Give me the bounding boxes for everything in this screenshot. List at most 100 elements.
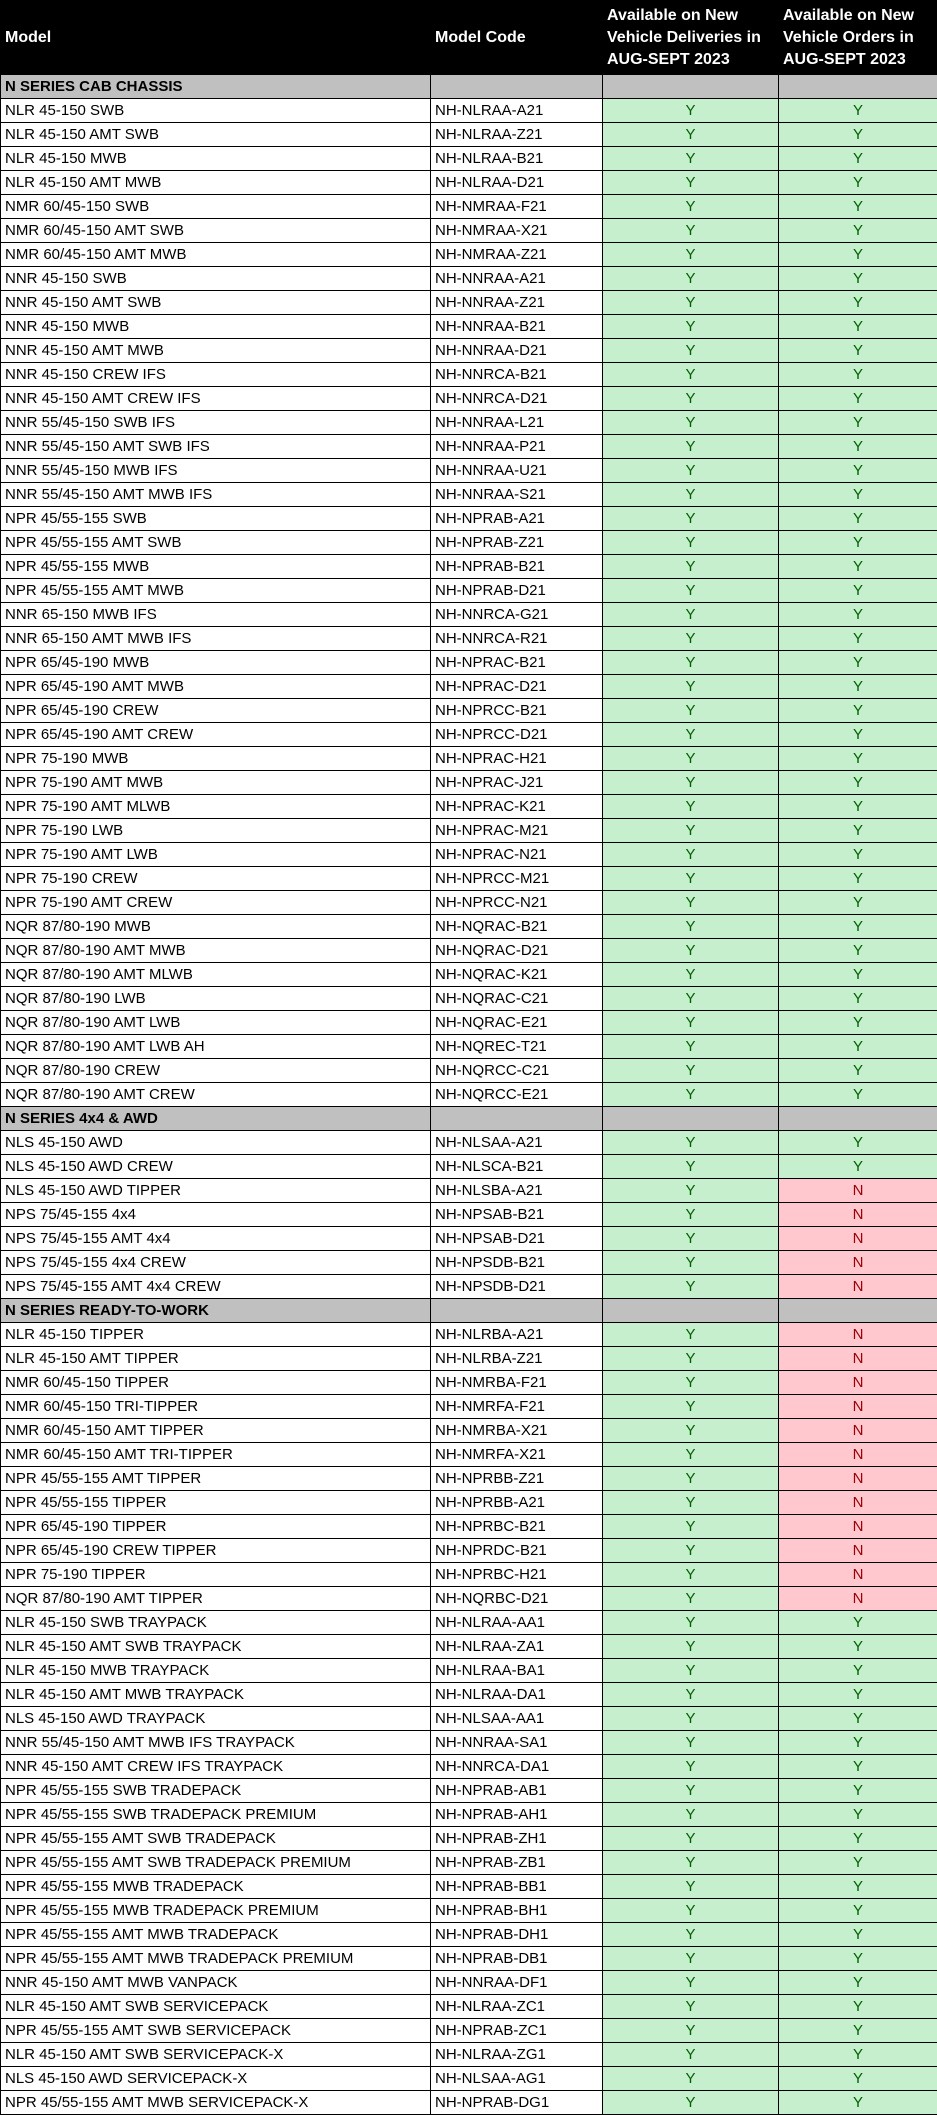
orders-flag-cell: Y xyxy=(779,2067,937,2091)
model-cell: NQR 87/80-190 AMT LWB AH xyxy=(1,1035,431,1059)
orders-flag-cell: Y xyxy=(779,555,937,579)
model-code-cell: NH-NPRBB-Z21 xyxy=(431,1467,603,1491)
orders-flag-cell: Y xyxy=(779,1059,937,1083)
model-code-cell: NH-NPRAC-K21 xyxy=(431,795,603,819)
model-code-cell: NH-NNRCA-B21 xyxy=(431,363,603,387)
orders-flag-cell: Y xyxy=(779,1827,937,1851)
orders-flag-cell: Y xyxy=(779,627,937,651)
model-cell: NLR 45-150 AMT SWB SERVICEPACK xyxy=(1,1995,431,2019)
table-row: NPR 75-190 AMT MWBNH-NPRAC-J21YY xyxy=(1,771,937,795)
orders-flag-cell: Y xyxy=(779,699,937,723)
table-row: NPR 45/55-155 AMT SWB TRADEPACK PREMIUMN… xyxy=(1,1851,937,1875)
model-cell: NPR 45/55-155 AMT SWB TRADEPACK xyxy=(1,1827,431,1851)
model-cell: NPR 65/45-190 CREW TIPPER xyxy=(1,1539,431,1563)
table-row: NQR 87/80-190 LWBNH-NQRAC-C21YY xyxy=(1,987,937,1011)
table-row: NLS 45-150 AWD TRAYPACKNH-NLSAA-AA1YY xyxy=(1,1707,937,1731)
orders-flag-cell: Y xyxy=(779,1947,937,1971)
deliveries-flag-cell: Y xyxy=(603,1923,779,1947)
table-row: NPR 45/55-155 AMT SWBNH-NPRAB-Z21YY xyxy=(1,531,937,555)
deliveries-flag-cell: Y xyxy=(603,99,779,123)
model-code-cell: NH-NPRAC-N21 xyxy=(431,843,603,867)
model-code-cell: NH-NPRAC-M21 xyxy=(431,819,603,843)
model-code-cell: NH-NNRAA-D21 xyxy=(431,339,603,363)
model-code-cell: NH-NNRAA-S21 xyxy=(431,483,603,507)
orders-flag-cell: N xyxy=(779,1587,937,1611)
model-cell: NPR 45/55-155 AMT SWB SERVICEPACK xyxy=(1,2019,431,2043)
table-row: NPS 75/45-155 4x4 CREWNH-NPSDB-B21YN xyxy=(1,1251,937,1275)
orders-flag-cell: Y xyxy=(779,987,937,1011)
model-cell: NQR 87/80-190 AMT LWB xyxy=(1,1011,431,1035)
orders-flag-cell: Y xyxy=(779,1803,937,1827)
model-code-cell: NH-NPRAB-A21 xyxy=(431,507,603,531)
orders-flag-cell: Y xyxy=(779,843,937,867)
orders-flag-cell: N xyxy=(779,1491,937,1515)
orders-flag-cell: N xyxy=(779,1227,937,1251)
table-row: NPR 65/45-190 AMT CREWNH-NPRCC-D21YY xyxy=(1,723,937,747)
table-row: NQR 87/80-190 CREWNH-NQRCC-C21YY xyxy=(1,1059,937,1083)
table-row: NQR 87/80-190 AMT CREWNH-NQRCC-E21YY xyxy=(1,1083,937,1107)
header-orders: Available on New Vehicle Orders in AUG-S… xyxy=(779,1,937,75)
table-row: NPR 75-190 MWBNH-NPRAC-H21YY xyxy=(1,747,937,771)
table-row: NMR 60/45-150 AMT MWBNH-NMRAA-Z21YY xyxy=(1,243,937,267)
model-code-cell: NH-NMRAA-F21 xyxy=(431,195,603,219)
orders-flag-cell: N xyxy=(779,1323,937,1347)
header-row: Model Model Code Available on New Vehicl… xyxy=(1,1,937,75)
model-cell: NPR 65/45-190 MWB xyxy=(1,651,431,675)
table-row: NPR 45/55-155 AMT MWB TRADEPACKNH-NPRAB-… xyxy=(1,1923,937,1947)
table-row: NLR 45-150 AMT SWBNH-NLRAA-Z21YY xyxy=(1,123,937,147)
table-row: NPR 75-190 AMT LWBNH-NPRAC-N21YY xyxy=(1,843,937,867)
table-row: NPR 45/55-155 AMT MWBNH-NPRAB-D21YY xyxy=(1,579,937,603)
section-empty-cell xyxy=(779,1299,937,1323)
model-cell: NNR 45-150 AMT MWB xyxy=(1,339,431,363)
model-code-cell: NH-NNRAA-SA1 xyxy=(431,1731,603,1755)
model-code-cell: NH-NPRAC-D21 xyxy=(431,675,603,699)
orders-flag-cell: N xyxy=(779,1467,937,1491)
model-code-cell: NH-NNRAA-L21 xyxy=(431,411,603,435)
model-code-cell: NH-NNRCA-D21 xyxy=(431,387,603,411)
orders-flag-cell: Y xyxy=(779,651,937,675)
model-code-cell: NH-NPRAB-DH1 xyxy=(431,1923,603,1947)
table-row: NLR 45-150 AMT SWB TRAYPACKNH-NLRAA-ZA1Y… xyxy=(1,1635,937,1659)
orders-flag-cell: Y xyxy=(779,723,937,747)
deliveries-flag-cell: Y xyxy=(603,1059,779,1083)
section-empty-cell xyxy=(603,1107,779,1131)
section-header-row: N SERIES 4x4 & AWD xyxy=(1,1107,937,1131)
model-code-cell: NH-NLRAA-ZG1 xyxy=(431,2043,603,2067)
table-row: NLR 45-150 MWBNH-NLRAA-B21YY xyxy=(1,147,937,171)
model-cell: NNR 55/45-150 SWB IFS xyxy=(1,411,431,435)
orders-flag-cell: N xyxy=(779,1371,937,1395)
model-cell: NPR 75-190 AMT MWB xyxy=(1,771,431,795)
orders-flag-cell: Y xyxy=(779,1923,937,1947)
orders-flag-cell: Y xyxy=(779,315,937,339)
model-code-cell: NH-NLSAA-AG1 xyxy=(431,2067,603,2091)
deliveries-flag-cell: Y xyxy=(603,1371,779,1395)
model-code-cell: NH-NMRBA-F21 xyxy=(431,1371,603,1395)
orders-flag-cell: Y xyxy=(779,459,937,483)
model-cell: NLR 45-150 AMT TIPPER xyxy=(1,1347,431,1371)
model-code-cell: NH-NPRBB-A21 xyxy=(431,1491,603,1515)
orders-flag-cell: Y xyxy=(779,531,937,555)
deliveries-flag-cell: Y xyxy=(603,1635,779,1659)
deliveries-flag-cell: Y xyxy=(603,243,779,267)
table-row: NNR 55/45-150 AMT MWB IFS TRAYPACKNH-NNR… xyxy=(1,1731,937,1755)
table-row: NPR 45/55-155 AMT SWB TRADEPACKNH-NPRAB-… xyxy=(1,1827,937,1851)
table-row: NLR 45-150 AMT MWBNH-NLRAA-D21YY xyxy=(1,171,937,195)
deliveries-flag-cell: Y xyxy=(603,987,779,1011)
model-cell: NPR 45/55-155 AMT MWB SERVICEPACK-X xyxy=(1,2091,431,2115)
model-code-cell: NH-NQRCC-E21 xyxy=(431,1083,603,1107)
model-cell: NLS 45-150 AWD TIPPER xyxy=(1,1179,431,1203)
table-row: NPR 45/55-155 MWBNH-NPRAB-B21YY xyxy=(1,555,937,579)
deliveries-flag-cell: Y xyxy=(603,819,779,843)
orders-flag-cell: Y xyxy=(779,1035,937,1059)
model-cell: NLR 45-150 SWB xyxy=(1,99,431,123)
orders-flag-cell: Y xyxy=(779,1971,937,1995)
model-code-cell: NH-NPSDB-D21 xyxy=(431,1275,603,1299)
model-code-cell: NH-NPRAB-BB1 xyxy=(431,1875,603,1899)
section-title: N SERIES CAB CHASSIS xyxy=(1,75,431,99)
deliveries-flag-cell: Y xyxy=(603,795,779,819)
orders-flag-cell: Y xyxy=(779,339,937,363)
table-row: NPR 75-190 TIPPERNH-NPRBC-H21YN xyxy=(1,1563,937,1587)
table-row: NPS 75/45-155 AMT 4x4NH-NPSAB-D21YN xyxy=(1,1227,937,1251)
header-model: Model xyxy=(1,1,431,75)
model-cell: NPR 65/45-190 AMT CREW xyxy=(1,723,431,747)
